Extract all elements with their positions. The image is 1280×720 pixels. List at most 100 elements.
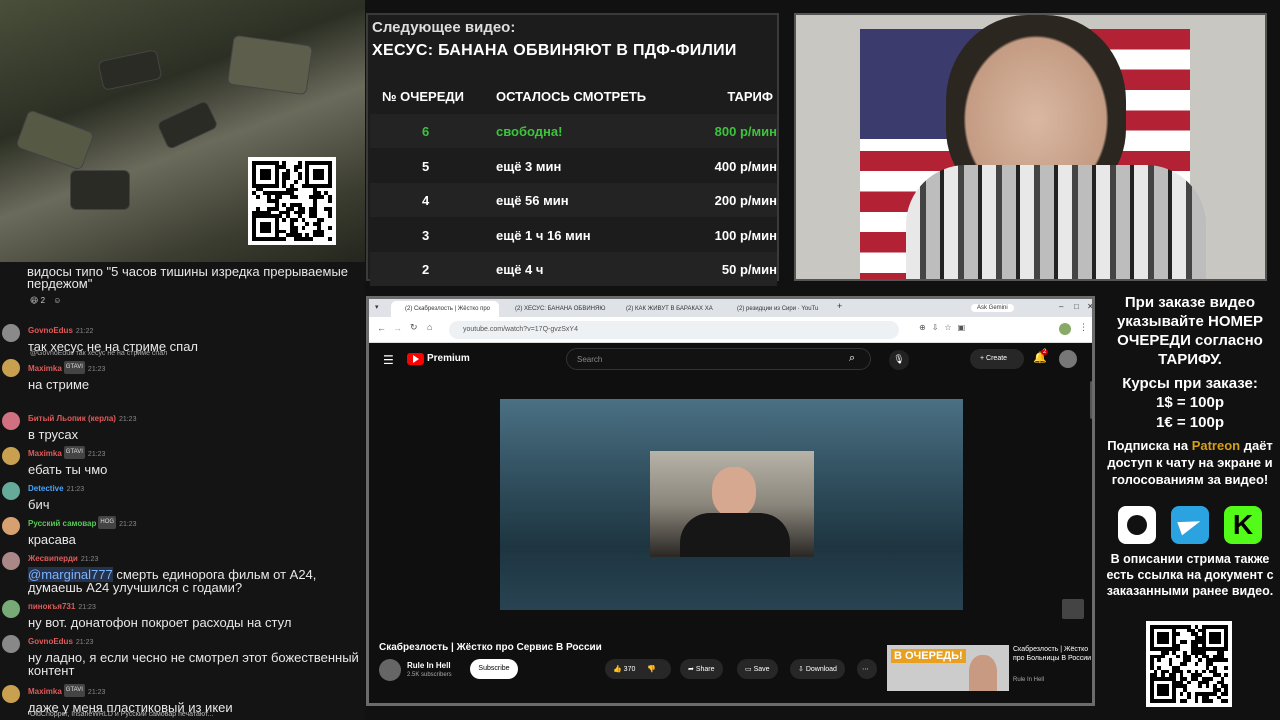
user-avatar[interactable] <box>2 685 20 703</box>
miniplayer-preview[interactable] <box>1062 599 1084 619</box>
add-reaction-icon[interactable]: ☺ <box>53 296 61 305</box>
chat-message-text: бич <box>28 497 50 512</box>
profile-avatar[interactable] <box>1059 323 1071 335</box>
subscribe-button[interactable]: Subscribe <box>470 659 518 679</box>
channel-avatar[interactable] <box>379 659 401 681</box>
next-video-title: ХЕСУС: БАНАНА ОБВИНЯЮТ В ПДФ-ФИЛИИ <box>372 42 737 59</box>
window-maximize-button[interactable]: □ <box>1074 302 1079 311</box>
microphone-icon[interactable]: 🎙 <box>889 350 909 370</box>
like-dislike-group[interactable]: 👍 370 👎 <box>605 659 671 679</box>
youtube-search-input[interactable]: Search <box>566 348 871 370</box>
username[interactable]: Жесвиперди <box>28 554 78 563</box>
username[interactable]: Битый Льопик (керла) <box>28 414 116 423</box>
channel-name[interactable]: Rule In Hell <box>407 661 451 670</box>
recommended-channel[interactable]: Rule In Hell <box>1013 677 1044 683</box>
chat-message: Detective 21:23 бич <box>0 480 365 511</box>
user-avatar[interactable] <box>2 635 20 653</box>
thumbs-up-icon[interactable]: 👍 <box>613 666 622 673</box>
user-avatar[interactable] <box>2 517 20 535</box>
chat-message: Maximka GTAVI 21:23 даже у меня пластиковый… <box>0 683 365 714</box>
user-avatar[interactable] <box>2 412 20 430</box>
stream-chat: видосы типо "5 часов тишины изредка прер… <box>0 262 365 720</box>
queue-row: 3 ещё 1 ч 16 мин 100 р/мин <box>370 218 777 252</box>
patreon-info: Подписка на Patreon даёт доступ к чату н… <box>1100 437 1280 488</box>
kick-icon[interactable]: K <box>1224 506 1262 544</box>
page-scrollbar[interactable] <box>1090 381 1092 419</box>
username[interactable]: пинокъя731 <box>28 602 75 611</box>
window-minimize-button[interactable]: – <box>1059 302 1063 311</box>
download-button[interactable]: ⇩ Download <box>790 659 845 679</box>
tab[interactable]: (2) КАК ЖИВУТ В БАРАКАХ ХА <box>612 301 720 317</box>
ask-gemini-button[interactable]: Ask Gemini <box>971 304 1014 312</box>
browser-menu-icon[interactable]: ⋮ <box>1079 322 1088 333</box>
tab[interactable]: (2) резидции из Сири · YouTu <box>723 301 831 317</box>
user-avatar[interactable] <box>2 324 20 342</box>
qr-code[interactable] <box>1146 621 1232 707</box>
telegram-icon[interactable] <box>1171 506 1209 544</box>
user-avatar[interactable] <box>2 482 20 500</box>
tab-search-icon[interactable]: ▾ <box>375 303 379 311</box>
chat-message: видосы типо "5 часов тишины изредка прер… <box>0 265 365 290</box>
tab[interactable]: (2) ХЕСУС: БАНАНА ОБВИНЯЮ <box>501 301 609 317</box>
search-icon[interactable]: ⌕ <box>849 352 855 365</box>
gear-bag <box>226 34 314 96</box>
thumbnail-person <box>969 655 997 691</box>
queue-time-left: свободна! <box>496 124 563 139</box>
user-avatar[interactable] <box>2 600 20 618</box>
queue-number: 2 <box>422 262 430 277</box>
username[interactable]: Maximka <box>28 449 62 458</box>
username[interactable]: GovnoEdus <box>28 326 73 335</box>
browser-toolbar-icons[interactable]: ⊕⇩☆▣ <box>919 323 971 332</box>
save-button[interactable]: ▭ Save <box>737 659 778 679</box>
new-tab-button[interactable]: + <box>837 301 842 311</box>
username[interactable]: GovnoEdus <box>28 637 73 646</box>
video-frame-person <box>650 451 814 557</box>
recommended-title[interactable]: Скабрезлость | Жёстко про Больницы В Рос… <box>1013 645 1092 663</box>
description-note: В описании стрима также есть ссылка на д… <box>1106 552 1274 598</box>
reaction-count: 2 <box>40 296 46 305</box>
user-avatar[interactable] <box>2 552 20 570</box>
address-bar: ← → ↻ ⌂ youtube.com/watch?v=17Q-gvzSxY4 … <box>369 317 1092 343</box>
reload-icon[interactable]: ↻ <box>410 322 418 333</box>
queue-rate: 200 р/мин <box>714 193 777 208</box>
username[interactable]: Maximka <box>28 687 62 696</box>
back-icon[interactable]: ← <box>377 323 386 333</box>
chat-message: @GovnoEdus так хесус не на стриме спал Ma… <box>0 350 365 391</box>
username[interactable]: Detective <box>28 484 64 493</box>
share-button[interactable]: ➦ Share <box>680 659 723 679</box>
more-actions-button[interactable]: ⋯ <box>857 659 877 679</box>
thumbnail-label: В ОЧЕРЕДЬ! <box>891 649 966 663</box>
streamer-shirt <box>906 165 1206 279</box>
tab-active[interactable]: (2) Скабрезлость | Жёстко про <box>391 301 499 317</box>
queue-row: 4 ещё 56 мин 200 р/мин <box>370 183 777 217</box>
qr-code[interactable] <box>248 157 336 245</box>
window-close-button[interactable]: ✕ <box>1087 302 1092 311</box>
user-avatar[interactable] <box>2 359 20 377</box>
forward-icon[interactable]: → <box>393 323 402 333</box>
url-field[interactable]: youtube.com/watch?v=17Q-gvzSxY4 <box>449 321 899 339</box>
patreon-link[interactable]: Patreon <box>1192 438 1240 453</box>
reaction-bar[interactable]: 😆 2 ☺ <box>30 296 61 305</box>
message-time: 21:23 <box>118 416 137 423</box>
thumbs-down-icon[interactable]: 👎 <box>647 666 656 673</box>
queue-rate: 50 р/мин <box>721 262 777 277</box>
patreon-icon[interactable] <box>1118 506 1156 544</box>
message-time: 21:23 <box>119 521 137 528</box>
queue-time-left: ещё 1 ч 16 мин <box>496 227 591 243</box>
video-player[interactable] <box>500 399 963 610</box>
col-queue-number: № ОЧЕРЕДИ <box>382 89 464 104</box>
stream-background-photo <box>0 0 365 265</box>
create-button[interactable]: + Create <box>970 349 1024 369</box>
account-avatar[interactable] <box>1059 350 1077 368</box>
home-icon[interactable]: ⌂ <box>427 322 432 332</box>
username[interactable]: Maximka <box>28 364 62 373</box>
typing-indicator: OldChopper, InsaneWRLD и Русский самовар… <box>30 711 214 718</box>
username[interactable]: Русский самовар <box>28 519 96 528</box>
queue-number: 4 <box>422 193 430 208</box>
user-avatar[interactable] <box>2 447 20 465</box>
chat-message: Русский самовар HOG 21:23 красава <box>0 515 365 546</box>
save-label: Save <box>753 666 770 673</box>
recommended-thumbnail[interactable]: В ОЧЕРЕДЬ! <box>887 645 1009 691</box>
hamburger-menu-icon[interactable]: ☰ <box>383 353 394 367</box>
info-panel: При заказе видео указывайте НОМЕР ОЧЕРЕД… <box>1100 292 1280 720</box>
